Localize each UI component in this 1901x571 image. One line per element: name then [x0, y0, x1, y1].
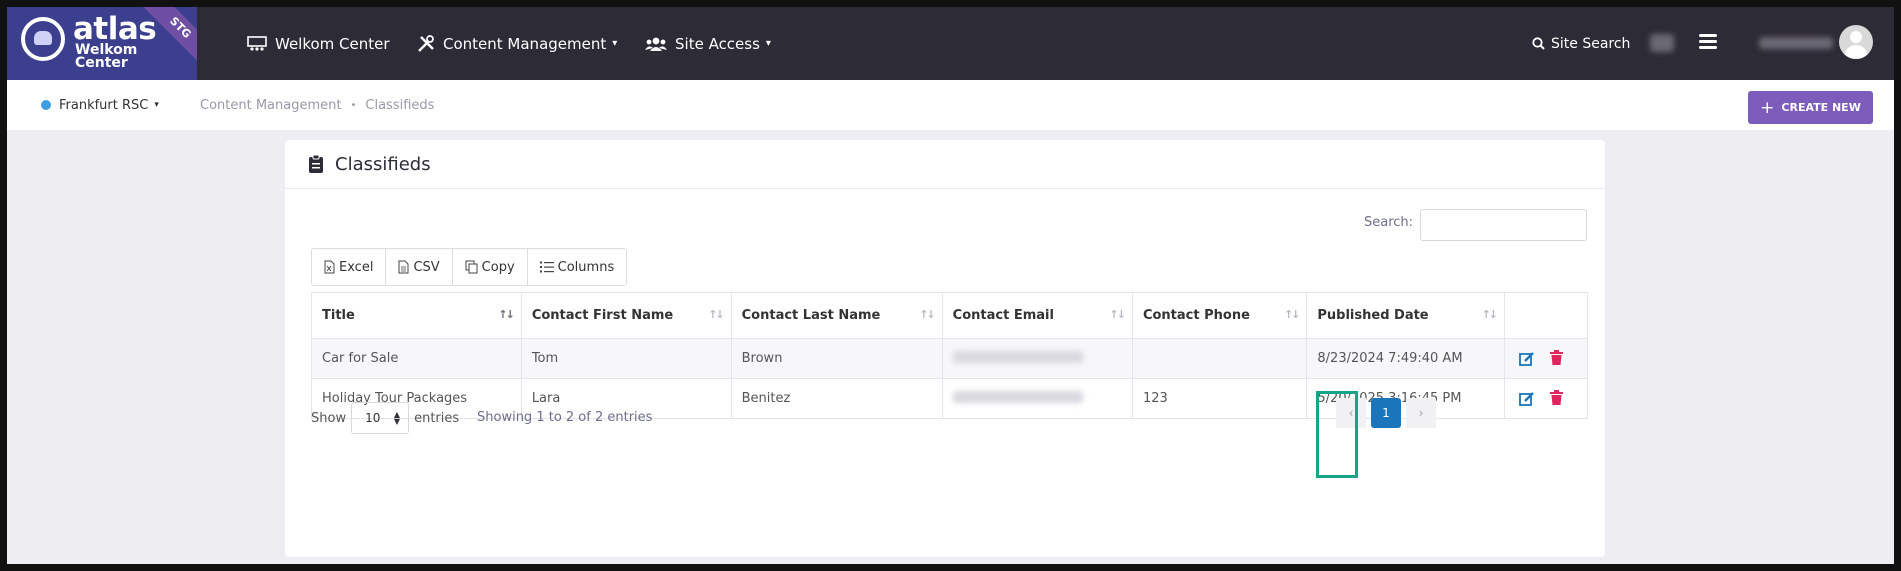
search-icon: [1532, 37, 1545, 50]
avatar[interactable]: [1839, 25, 1873, 59]
chevron-down-icon: ▾: [765, 38, 771, 49]
cell-actions: [1504, 378, 1588, 419]
search-input[interactable]: [1420, 209, 1587, 241]
cell-email: [941, 378, 1133, 419]
presentation-board-icon: [247, 35, 267, 52]
excel-label: Excel: [339, 259, 374, 275]
columns-label: Columns: [557, 259, 615, 275]
column-header-actions: [1504, 292, 1588, 339]
site-status-dot: [41, 100, 51, 110]
delete-icon[interactable]: [1550, 350, 1563, 365]
cell-title: Car for Sale: [311, 338, 522, 379]
page-button-current[interactable]: 1: [1371, 398, 1401, 428]
nav-label: Site Access: [675, 34, 760, 53]
cell-published-date: 8/23/2024 7:49:40 AM: [1306, 338, 1505, 379]
copy-icon: [465, 260, 478, 274]
user-name[interactable]: [1759, 37, 1833, 49]
create-new-button[interactable]: + CREATE NEW: [1748, 91, 1873, 124]
breadcrumb-separator: •: [350, 99, 357, 111]
menu-icon[interactable]: [1699, 34, 1717, 50]
site-search-button[interactable]: Site Search: [1532, 7, 1630, 80]
column-header-published-date[interactable]: Published Date ↑↓: [1306, 292, 1505, 339]
classifieds-card: Classifieds Search: Excel CSV Copy Colum…: [285, 140, 1605, 557]
cell-email: [941, 338, 1133, 379]
show-label: Show: [311, 410, 347, 426]
site-selector[interactable]: Frankfurt RSC ▾: [41, 80, 159, 130]
select-arrows-icon: ▲ ▼: [393, 410, 401, 426]
table-header-row: Title ↑↓ Contact First Name ↑↓ Contact Las…: [311, 292, 1588, 339]
page-size-select[interactable]: 10 ▲ ▼: [351, 402, 410, 434]
nav-site-access[interactable]: Site Access ▾: [645, 7, 771, 80]
breadcrumb-item[interactable]: Content Management: [200, 98, 341, 113]
plus-icon: +: [1760, 97, 1775, 118]
nav-welkom-center[interactable]: Welkom Center: [247, 7, 390, 80]
sub-header: Frankfurt RSC ▾ Content Management • Cla…: [7, 80, 1894, 130]
sort-icon: ↑↓: [1109, 308, 1127, 321]
edit-icon[interactable]: [1519, 391, 1535, 406]
entries-label: entries: [414, 410, 460, 426]
table-info: Showing 1 to 2 of 2 entries: [477, 410, 653, 425]
cell-last-name: Benitez: [730, 378, 943, 419]
table-row: Car for Sale Tom Brown 8/23/2024 7:49:40…: [311, 338, 1588, 379]
next-page-button[interactable]: ›: [1406, 398, 1436, 428]
users-icon: [645, 36, 667, 52]
sort-icon: ↑↓: [919, 308, 936, 321]
column-header-email[interactable]: Contact Email ↑↓: [941, 292, 1133, 339]
app-window: atlas Welkom Center STG Welkom Center Co…: [7, 7, 1894, 564]
column-header-phone[interactable]: Contact Phone ↑↓: [1131, 292, 1308, 339]
nav-content-management[interactable]: Content Management ▾: [417, 7, 617, 80]
cell-phone: 123: [1131, 378, 1308, 419]
page-title: Classifieds: [335, 153, 431, 175]
cell-last-name: Brown: [730, 338, 943, 379]
nav-label: Content Management: [443, 34, 607, 53]
csv-file-icon: [398, 260, 409, 274]
brand-logo[interactable]: atlas Welkom Center STG: [7, 7, 197, 80]
list-icon: [539, 261, 554, 273]
column-header-first-name[interactable]: Contact First Name ↑↓: [520, 292, 732, 339]
edit-icon[interactable]: [1519, 351, 1535, 366]
export-toolbar: Excel CSV Copy Columns: [311, 248, 628, 286]
column-header-last-name[interactable]: Contact Last Name ↑↓: [730, 292, 943, 339]
site-search-label: Site Search: [1551, 35, 1631, 52]
brand-subtitle-2: Center: [75, 55, 128, 71]
sort-icon: ↑↓: [498, 308, 515, 321]
excel-button[interactable]: Excel: [312, 249, 387, 285]
handshake-globe-icon: [21, 17, 65, 61]
sort-icon: ↑↓: [1481, 308, 1499, 321]
copy-label: Copy: [481, 259, 515, 275]
columns-button[interactable]: Columns: [527, 249, 627, 285]
copy-button[interactable]: Copy: [452, 249, 528, 285]
redacted-email: [952, 390, 1083, 403]
chevron-down-icon: ▾: [154, 100, 159, 110]
breadcrumb: Content Management • Classifieds: [200, 80, 434, 130]
cell-actions: [1504, 338, 1588, 379]
column-header-title[interactable]: Title ↑↓: [311, 292, 522, 339]
page-length-control: Show 10 ▲ ▼ entries: [311, 402, 459, 434]
page-size-value: 10: [365, 411, 381, 425]
clipboard-icon: [309, 155, 323, 173]
create-new-label: CREATE NEW: [1781, 101, 1861, 114]
csv-label: CSV: [413, 259, 440, 275]
highlight-box: [1316, 391, 1358, 478]
tools-icon: [417, 34, 435, 53]
redacted-email: [952, 350, 1083, 363]
cell-first-name: Tom: [520, 338, 732, 379]
search-label: Search:: [1364, 215, 1414, 230]
excel-file-icon: [324, 260, 335, 274]
notification-icon[interactable]: [1650, 34, 1674, 52]
chevron-down-icon: ▾: [612, 38, 618, 49]
top-navbar: atlas Welkom Center STG Welkom Center Co…: [7, 7, 1894, 80]
cell-phone: [1131, 338, 1308, 379]
card-header: Classifieds: [285, 140, 1605, 189]
breadcrumb-item-current: Classifieds: [365, 97, 435, 113]
site-selector-label: Frankfurt RSC: [59, 97, 149, 113]
csv-button[interactable]: CSV: [386, 249, 453, 285]
sort-icon: ↑↓: [708, 308, 725, 321]
delete-icon[interactable]: [1550, 390, 1563, 405]
sort-icon: ↑↓: [1283, 308, 1301, 321]
nav-label: Welkom Center: [275, 34, 390, 53]
